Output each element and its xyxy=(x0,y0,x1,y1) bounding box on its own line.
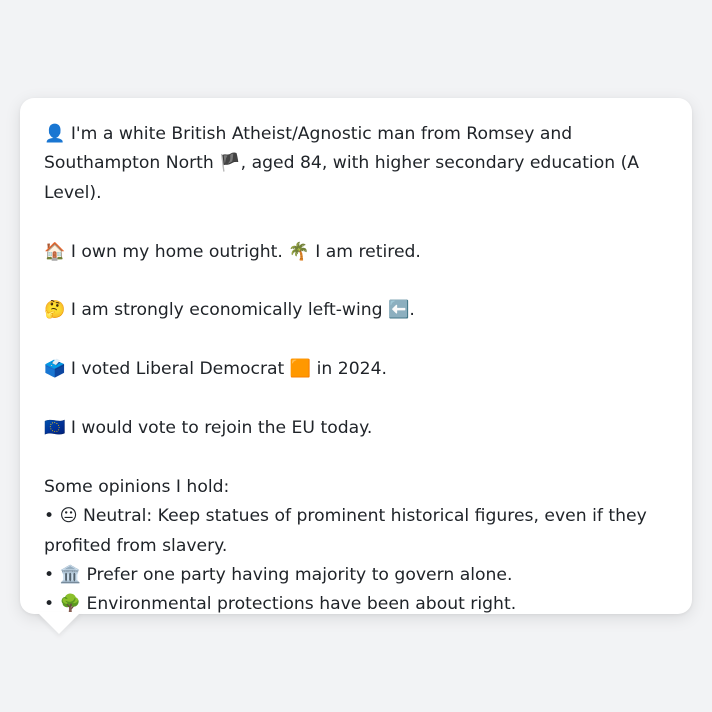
opinion-item: • 😐 Neutral: Keep statues of prominent h… xyxy=(44,506,647,556)
opinion-item: • 🏛️ Prefer one party having majority to… xyxy=(44,565,513,586)
eu-text: 🇪🇺 I would vote to rejoin the EU today. xyxy=(44,418,373,438)
vote-text: 🗳️ I voted Liberal Democrat 🟧 in 2024. xyxy=(44,359,387,380)
opinion-item: • 🌳 Environmental protections have been … xyxy=(44,594,517,615)
message-bubble: 👤 I'm a white British Atheist/Agnostic m… xyxy=(20,98,692,614)
home-text: 🏠 I own my home outright. 🌴 I am retired… xyxy=(44,241,421,262)
intro-text: 👤 I'm a white British Atheist/Agnostic m… xyxy=(44,124,640,203)
opinions-heading: Some opinions I hold: xyxy=(44,476,230,497)
economics-text: 🤔 I am strongly economically left-wing ⬅… xyxy=(44,300,415,321)
bubble-tail xyxy=(37,612,81,634)
opinions-list: • 😐 Neutral: Keep statues of prominent h… xyxy=(44,502,668,620)
